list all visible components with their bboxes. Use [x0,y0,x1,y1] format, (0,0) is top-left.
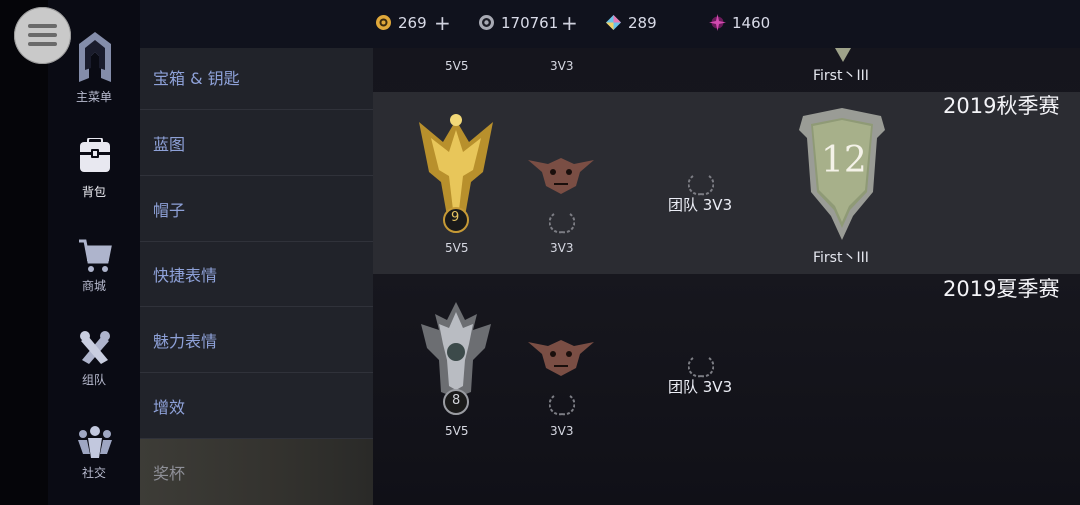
prism-gem-icon [606,15,621,30]
silver-gear-coin-icon [479,15,494,30]
nav-label: 背包 [81,185,106,199]
gold-coin-icon [376,15,391,30]
nav-label: 组队 [81,373,106,387]
add-silver-button[interactable]: + [561,11,578,35]
team-3v3-label: 团队 3V3 [668,378,733,396]
category-label: 帽子 [153,201,186,220]
currency-value: 1460 [732,14,771,32]
nav-item-team[interactable]: 组队 [48,330,140,410]
trophy-level: 8 [452,393,461,408]
category-list: 宝箱 & 钥匙 蓝图 帽子 快捷表情 魅力表情 增效 奖杯 [140,44,373,505]
menu-bar [28,24,57,28]
category-label: 增效 [153,398,186,417]
currency-gems: 289 [605,14,657,32]
nav-item-social[interactable]: 社交 [48,424,140,504]
left-edge [0,0,48,505]
category-trophies[interactable]: 奖杯 [140,439,373,505]
currency-value: 170761 [501,14,559,32]
category-charm-emotes[interactable]: 魅力表情 [140,307,373,373]
mode-label-5v5: 5V5 [445,59,469,73]
social-people-icon [78,426,112,458]
season-title: 2019秋季赛 [943,94,1060,118]
add-gold-button[interactable]: + [434,11,451,35]
mode-label-3v3: 3V3 [550,59,574,73]
trophy-list: 5V5 3V3 First丶III 2019秋季赛 9 5V5 3V3 团队 3… [373,48,1080,505]
mode-label-5v5: 5V5 [445,424,469,438]
backpack-icon [80,138,110,172]
nav-item-backpack[interactable]: 背包 [48,138,140,218]
team-3v3-label: 团队 3V3 [668,196,733,214]
category-label: 魅力表情 [153,332,218,351]
medal-rank: First丶III [813,68,869,84]
category-label: 宝箱 & 钥匙 [153,69,240,88]
goblin-head-icon[interactable] [528,152,594,196]
medal-number: 12 [821,140,867,181]
nav-item-shop[interactable]: 商城 [48,238,140,318]
laurel-wreath-icon [688,357,714,378]
season-title: 2019夏季赛 [943,277,1060,301]
currency-bar: 269 + 170761 + 289 1460 [140,0,1080,48]
mode-label-3v3: 3V3 [550,424,574,438]
medal-rank: First丶III [813,250,869,266]
currency-value: 289 [628,14,657,32]
category-label: 奖杯 [153,464,186,483]
category-boosts[interactable]: 增效 [140,373,373,439]
menu-bar [28,42,57,46]
category-blueprints[interactable]: 蓝图 [140,110,373,176]
currency-stars: 1460 [709,14,770,32]
trophy-level: 9 [451,210,460,225]
main-menu-emblem-icon [79,32,111,82]
goblin-head-icon[interactable] [528,334,594,378]
category-label: 蓝图 [153,135,186,154]
menu-bar [28,33,57,37]
laurel-wreath-icon [549,395,575,416]
game-screen: 主菜单 背包 商城 组队 社交 宝箱 & 钥匙 蓝图 帽子 快捷表情 魅力表情 … [0,0,1080,505]
mode-label-3v3: 3V3 [550,241,574,255]
side-nav: 主菜单 背包 商城 组队 社交 [48,0,140,505]
currency-silver: 170761 [478,14,558,32]
category-quick-emotes[interactable]: 快捷表情 [140,241,373,307]
mode-label-5v5: 5V5 [445,241,469,255]
category-label: 快捷表情 [153,266,218,285]
laurel-wreath-icon [688,175,714,196]
laurel-wreath-icon [549,213,575,234]
hamburger-menu-button[interactable] [14,7,71,64]
currency-value: 269 [398,14,427,32]
shopping-cart-icon [79,239,112,272]
crossed-arms-icon [80,331,110,364]
magenta-star-icon [709,14,726,31]
category-hats[interactable]: 帽子 [140,176,373,242]
nav-label: 社交 [81,466,106,480]
category-chests-keys[interactable]: 宝箱 & 钥匙 [140,44,373,110]
nav-label: 商城 [81,279,106,293]
currency-gold: 269 [375,14,427,32]
nav-label: 主菜单 [75,90,112,104]
medal-tip-icon [835,48,851,62]
